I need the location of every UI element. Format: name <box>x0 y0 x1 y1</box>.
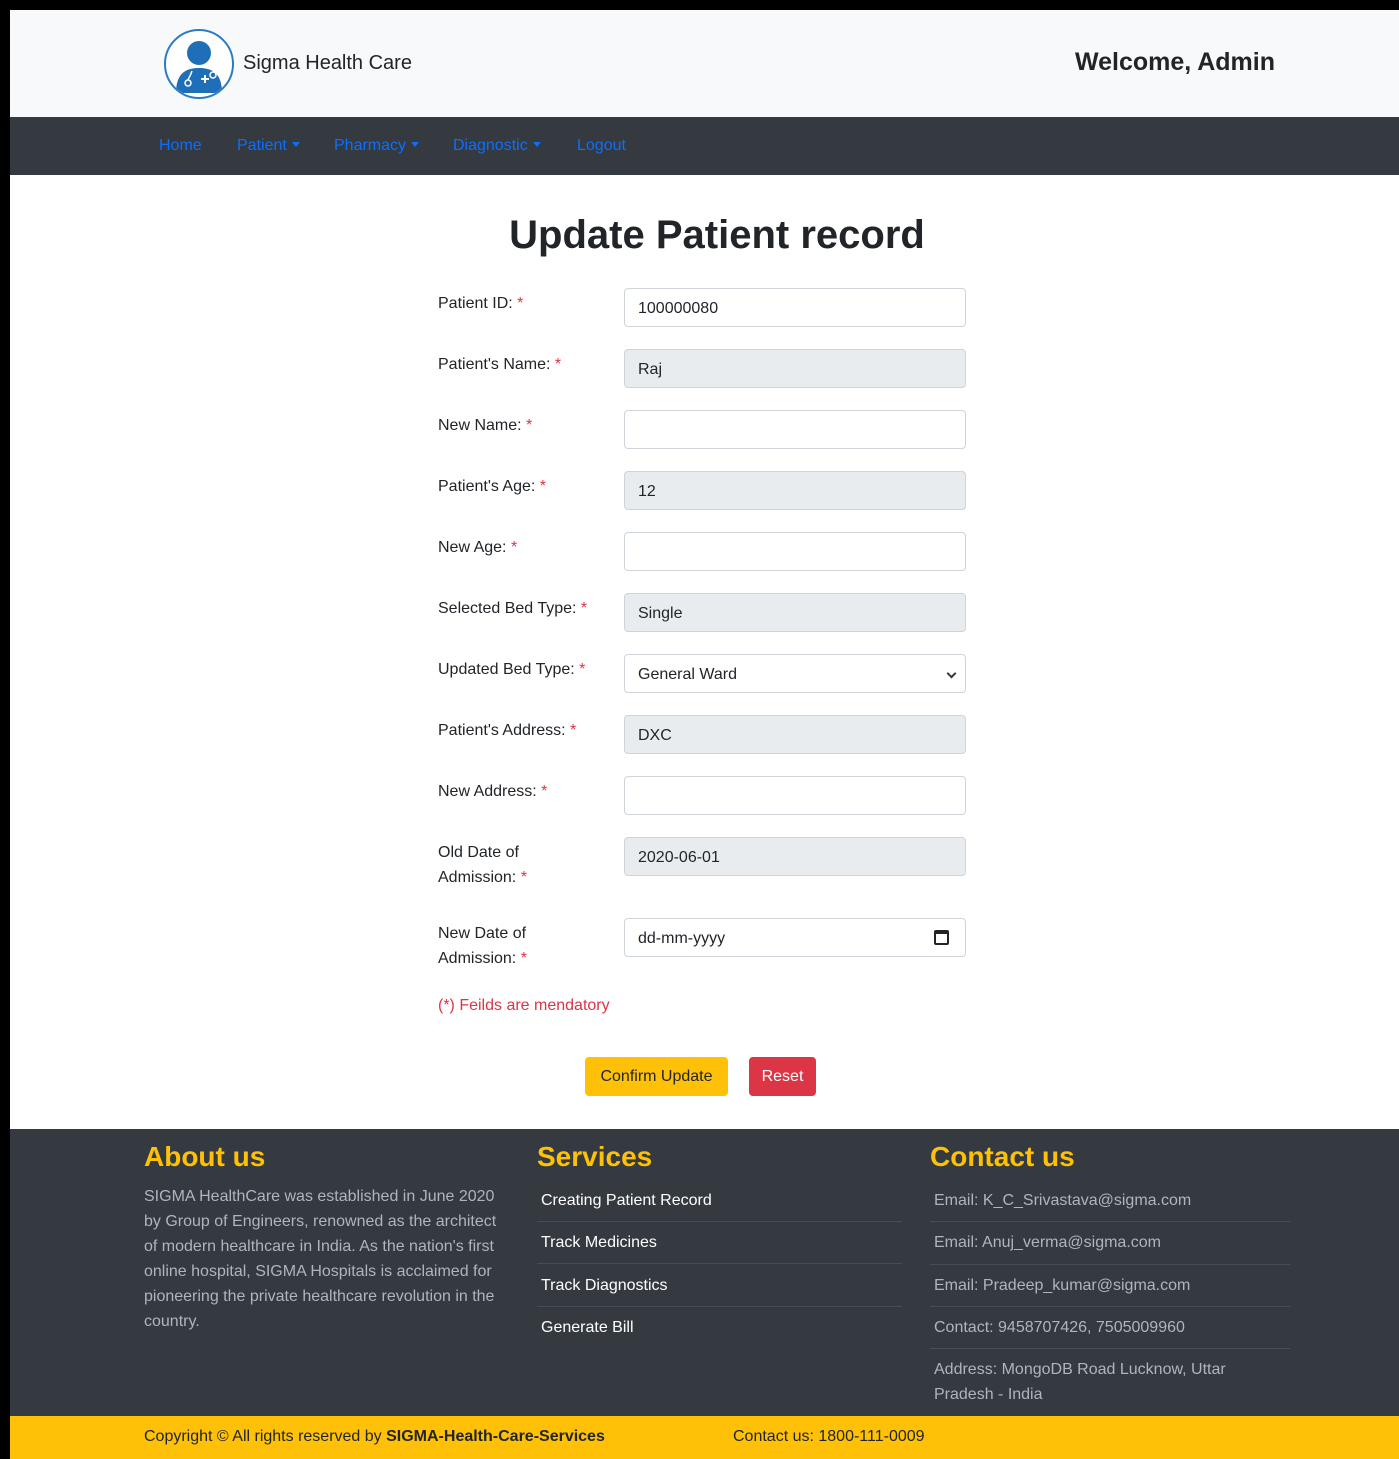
caret-down-icon <box>532 142 541 147</box>
service-item[interactable]: Creating Patient Record <box>537 1180 902 1222</box>
contact-line: Contact us: 1800-111-0009 <box>733 1428 925 1445</box>
selected-bed-label: Selected Bed Type: * <box>438 600 588 617</box>
new-address-label: New Address: * <box>438 783 548 800</box>
services-title: Services <box>537 1141 653 1172</box>
patient-id-label: Patient ID: * <box>438 295 524 312</box>
service-item[interactable]: Track Diagnostics <box>537 1265 902 1307</box>
mandatory-note: (*) Feilds are mendatory <box>438 997 610 1014</box>
calendar-icon[interactable] <box>934 930 949 945</box>
nav-pharmacy-dropdown[interactable]: Pharmacy <box>334 137 420 155</box>
patient-address-label: Patient's Address: * <box>438 722 577 739</box>
page: Sigma Health Care Welcome, Admin Home Pa… <box>10 10 1399 1459</box>
contact-item: Email: K_C_Srivastava@sigma.com <box>930 1180 1291 1222</box>
nav-diagnostic-label: Diagnostic <box>453 137 528 154</box>
contact-item: Address: MongoDB Road Lucknow, Uttar Pra… <box>934 1361 1226 1403</box>
copyright-text: Copyright © All rights reserved by SIGMA… <box>144 1428 605 1445</box>
patient-age-label: Patient's Age: * <box>438 478 547 495</box>
old-doa-label: Old Date of Admission: * <box>438 844 527 886</box>
updated-bed-label: Updated Bed Type: * <box>438 661 586 678</box>
main-navbar: Home Patient Pharmacy Diagnostic Logout <box>10 117 1399 175</box>
updated-bed-select[interactable]: General Ward <box>624 654 966 693</box>
top-header: Sigma Health Care Welcome, Admin <box>10 10 1399 117</box>
nav-patient-label: Patient <box>237 137 287 154</box>
new-age-label: New Age: * <box>438 539 518 556</box>
about-title: About us <box>144 1141 266 1172</box>
copyright-bar: Copyright © All rights reserved by SIGMA… <box>10 1416 1399 1459</box>
contact-item: Contact: 9458707426, 7505009960 <box>930 1307 1291 1349</box>
contact-item: Email: Anuj_verma@sigma.com <box>930 1222 1291 1265</box>
service-item[interactable]: Generate Bill <box>537 1307 902 1349</box>
welcome-text: Welcome, Admin <box>1074 48 1275 76</box>
new-doa-placeholder: dd-mm-yyyy <box>638 930 726 947</box>
contact-item: Email: Pradeep_kumar@sigma.com <box>930 1265 1291 1307</box>
patient-address-input: DXC <box>624 715 966 754</box>
doctor-logo-icon[interactable] <box>164 29 234 99</box>
nav-logout[interactable]: Logout <box>577 137 626 155</box>
patient-name-label: Patient's Name: * <box>438 356 562 373</box>
contact-title: Contact us <box>930 1141 1075 1172</box>
patient-age-input: 12 <box>624 471 966 510</box>
nav-home[interactable]: Home <box>159 137 202 155</box>
old-doa-input: 2020-06-01 <box>624 837 966 876</box>
new-doa-input[interactable]: dd-mm-yyyy <box>624 918 966 957</box>
nav-pharmacy-label: Pharmacy <box>334 137 407 154</box>
confirm-update-button[interactable]: Confirm Update <box>585 1057 728 1096</box>
page-title: Update Patient record <box>509 213 925 257</box>
caret-down-icon <box>291 142 300 147</box>
nav-diagnostic-dropdown[interactable]: Diagnostic <box>453 137 541 155</box>
patient-name-input: Raj <box>624 349 966 388</box>
reset-button[interactable]: Reset <box>749 1057 816 1096</box>
selected-bed-input: Single <box>624 593 966 632</box>
new-address-input[interactable] <box>624 776 966 815</box>
new-age-input[interactable] <box>624 532 966 571</box>
service-item[interactable]: Track Medicines <box>537 1222 902 1264</box>
caret-down-icon <box>411 142 420 147</box>
new-name-label: New Name: * <box>438 417 533 434</box>
nav-patient-dropdown[interactable]: Patient <box>237 137 300 155</box>
new-doa-label: New Date of Admission: * <box>438 925 527 967</box>
patient-id-input[interactable]: 100000080 <box>624 288 966 327</box>
updated-bed-value: General Ward <box>638 666 737 683</box>
brand-name[interactable]: Sigma Health Care <box>243 52 412 75</box>
copyright-brand: SIGMA-Health-Care-Services <box>386 1428 605 1445</box>
about-text: SIGMA HealthCare was established in June… <box>144 1188 497 1330</box>
chevron-down-icon <box>946 668 957 679</box>
new-name-input[interactable] <box>624 410 966 449</box>
